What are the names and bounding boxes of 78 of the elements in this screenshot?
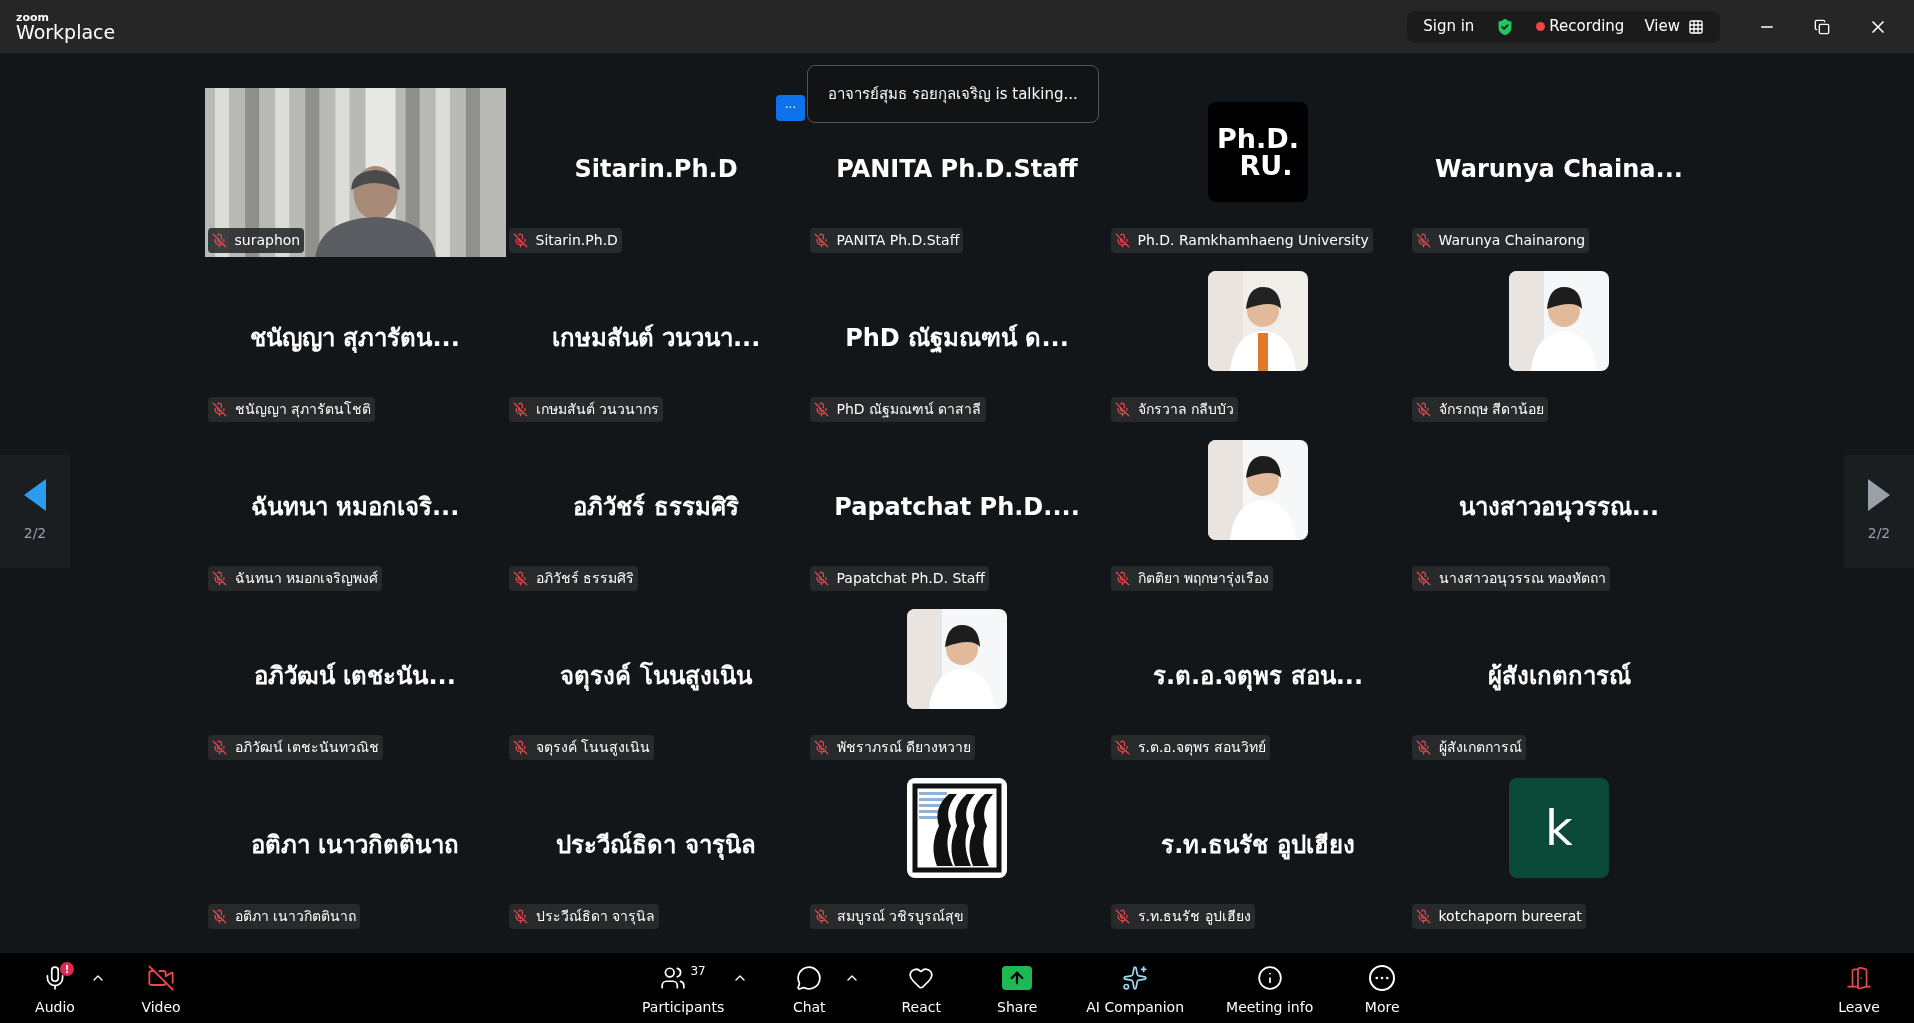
participant-name: อภิวัชร์ ธรรมศิริ xyxy=(534,569,634,588)
participant-display-name: จตุรงค์ โนนสูงเนิน xyxy=(560,660,752,693)
participant-display-name: Papatchat Ph.D.... xyxy=(834,491,1080,523)
participant-name: Warunya Chainarong xyxy=(1437,231,1586,250)
app-logo: Workplace xyxy=(16,22,116,42)
participant-display-name: Sitarin.Ph.D xyxy=(574,153,738,185)
participant-display-name: Warunya Chaina... xyxy=(1435,153,1683,185)
leave-door-icon xyxy=(1846,965,1872,991)
participant-name: จตุรงค์ โนนสูงเนิน xyxy=(534,738,650,758)
participant-display-name: นางสาวอนุวรรณ... xyxy=(1458,491,1660,524)
participant-name: ฉันทนา หมอกเจริญพงศ์ xyxy=(233,569,378,588)
participant-name: ผู้สังเกตการณ์ xyxy=(1437,738,1522,758)
next-page-button[interactable]: 2/2 xyxy=(1844,455,1914,568)
participant-display-name: อภิวัชร์ ธรรมศิริ xyxy=(573,491,739,523)
participant-name: เกษมสันต์ วนวนากร xyxy=(534,400,659,419)
participant-name: PANITA Ph.D.Staff xyxy=(835,231,960,250)
more-icon xyxy=(1369,965,1396,991)
participant-display-name: PhD ณัฐมณฑน์ ด... xyxy=(845,322,1069,355)
participant-name: ประวีณ์ธิดา จารุนิล xyxy=(534,907,655,927)
toolbar-button[interactable]: Meeting info xyxy=(1218,962,1322,1018)
participant-display-name: อติภา เนาวกิตตินาถ xyxy=(250,829,460,861)
participant-name: ชนัญญา สุภารัตนโชติ xyxy=(233,400,371,420)
talking-indicator: อาจารย์สุมธ รอยกุลเจริญ is talking... xyxy=(807,65,1099,123)
toolbar-button[interactable]: Share xyxy=(982,962,1053,1018)
share-icon xyxy=(1002,966,1033,990)
logo-text: RU. xyxy=(1238,152,1293,179)
toolbar-button[interactable]: 37 Participants xyxy=(634,962,733,1018)
alert-badge: ! xyxy=(60,962,74,976)
participant-name: กิตติยา พฤกษารุ่งเรือง xyxy=(1136,569,1269,589)
participant-display-name: ชนัญญา สุภารัตน... xyxy=(250,322,460,355)
sign-in-button[interactable]: Sign in xyxy=(1423,15,1475,38)
toolbar-button[interactable]: Video xyxy=(126,962,196,1018)
participant-display-name: ประวีณ์ธิดา จารุนิล xyxy=(556,829,756,862)
grid-icon xyxy=(1688,18,1704,35)
participant-name: ร.ต.อ.จตุพร สอนวิทย์ xyxy=(1136,738,1267,758)
chat-icon xyxy=(796,965,823,991)
participant-count: 37 xyxy=(690,963,706,980)
people-icon xyxy=(660,965,687,991)
participant-display-name: เกษมสันต์ วนวนา... xyxy=(551,322,761,354)
heart-icon xyxy=(908,965,935,991)
participant-name: อติภา เนาวกิตตินาถ xyxy=(233,907,356,926)
left-triangle-icon xyxy=(24,479,46,511)
participant-name: kotchaporn bureerat xyxy=(1437,907,1582,926)
letter-avatar: k xyxy=(1509,778,1609,878)
participant-name: Papatchat Ph.D. Staff xyxy=(835,569,985,588)
participant-name: PhD ณัฐมณฑน์ ดาสาลี xyxy=(835,400,982,420)
toolbar-button[interactable]: More xyxy=(1347,962,1418,1018)
participant-display-name: ฉันทนา หมอกเจริ... xyxy=(250,491,460,523)
previous-page-button[interactable]: 2/2 xyxy=(0,455,70,568)
participant-name: Ph.D. Ramkhamhaeng University xyxy=(1136,231,1369,250)
info-icon xyxy=(1256,965,1283,991)
toolbar-button[interactable]: React xyxy=(886,962,957,1018)
participant-name: สมบูรณ์ วชิรบูรณ์สุข xyxy=(835,907,964,927)
view-button[interactable]: View xyxy=(1644,15,1704,38)
toolbar-button[interactable]: Chat xyxy=(774,962,845,1018)
participant-display-name: ผู้สังเกตการณ์ xyxy=(1487,660,1631,693)
participant-display-name: ร.ท.ธนรัช อูปเฮียง xyxy=(1161,829,1355,862)
participant-display-name: อภิวัฒน์ เตชะนัน... xyxy=(254,660,456,692)
toolbar-button[interactable]: AI Companion xyxy=(1078,962,1193,1018)
sparkle-icon xyxy=(1122,965,1149,991)
participant-name: suraphon xyxy=(233,231,301,250)
toolbar-button[interactable]: Leave xyxy=(1824,962,1894,1018)
participant-display-name: PANITA Ph.D.Staff xyxy=(836,153,1078,185)
participant-name: จักรวาล กลีบบัว xyxy=(1136,400,1234,419)
participant-display-name: ร.ต.อ.จตุพร สอน... xyxy=(1152,660,1364,693)
participant-name: นางสาวอนุวรรณ ทองหัตถา xyxy=(1437,569,1606,589)
participant-name: พัชราภรณ์ ดียางหวาย xyxy=(835,738,971,757)
participant-name: อภิวัฒน์ เตชะนันทวณิช xyxy=(233,738,379,757)
logo-text: Ph.D. xyxy=(1217,125,1299,152)
recording-label: Recording xyxy=(1549,16,1625,38)
participant-name: จักรกฤษ สีดาน้อย xyxy=(1437,400,1544,419)
more-options-button[interactable]: ··· xyxy=(776,95,805,121)
participant-name: ร.ท.ธนรัช อูปเฮียง xyxy=(1136,907,1251,927)
right-triangle-icon xyxy=(1868,479,1890,511)
restore-icon[interactable] xyxy=(1814,18,1830,35)
app-logo-small: zoom xyxy=(16,11,50,23)
participant-name: Sitarin.Ph.D xyxy=(534,231,618,250)
toolbar-button[interactable]: ! Audio xyxy=(20,962,90,1018)
